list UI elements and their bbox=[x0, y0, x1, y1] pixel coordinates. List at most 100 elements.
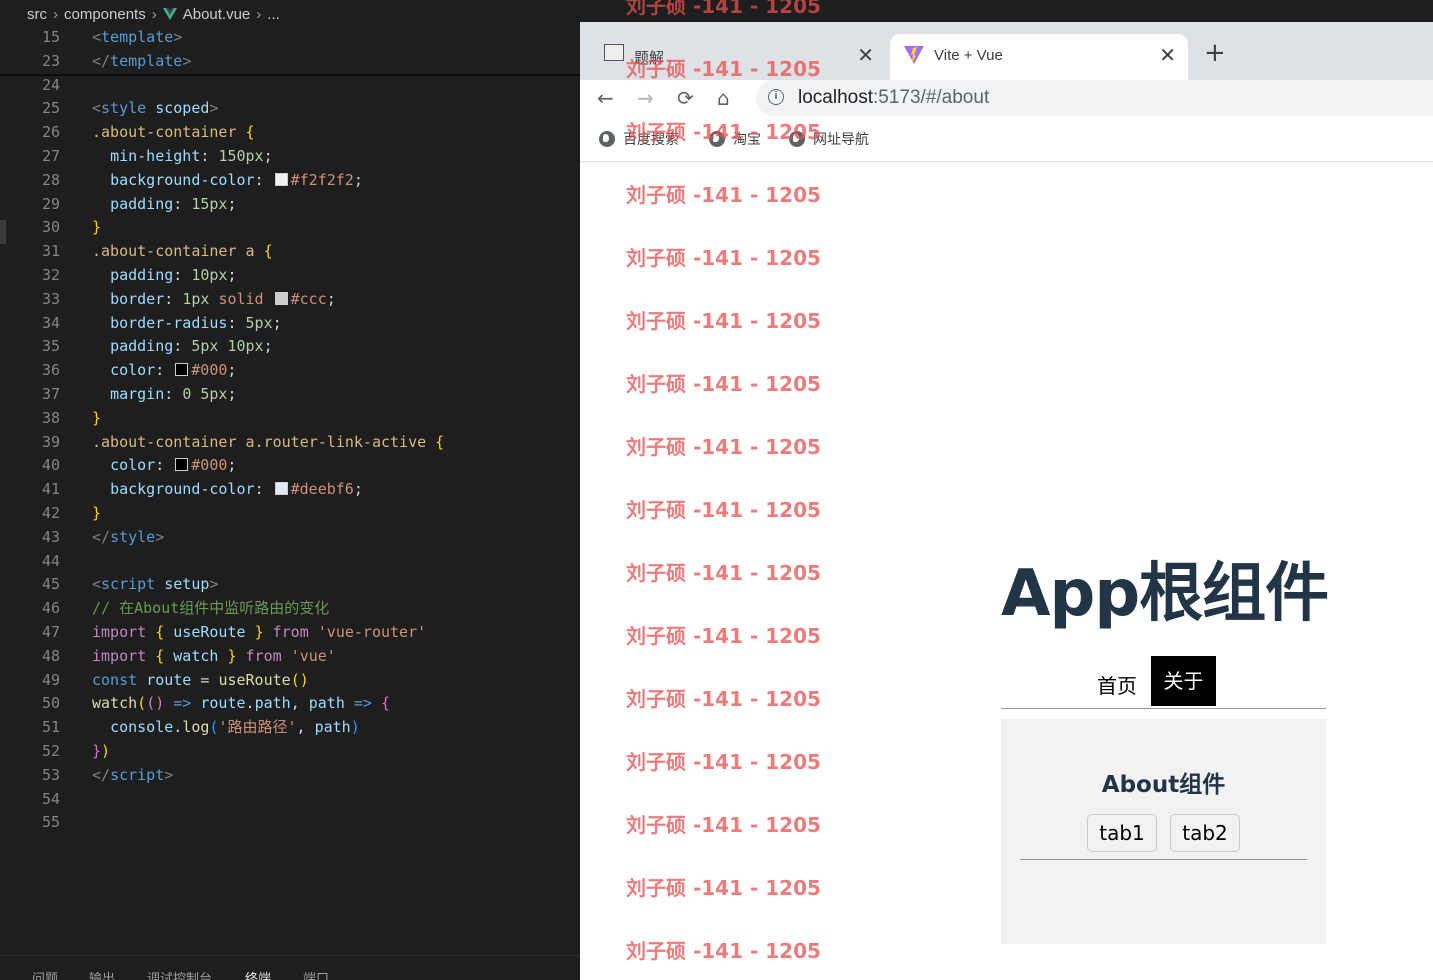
code-text: .about-container { bbox=[92, 123, 255, 142]
code-line[interactable]: 27 min-height: 150px; bbox=[0, 145, 580, 169]
browser-tab-vite-vue[interactable]: Vite + Vue ✕ bbox=[890, 34, 1188, 80]
home-icon[interactable]: ⌂ bbox=[717, 88, 730, 108]
code-line[interactable]: 29 padding: 15px; bbox=[0, 193, 580, 217]
forward-arrow-icon[interactable]: → bbox=[637, 88, 654, 108]
back-arrow-icon[interactable]: ← bbox=[597, 88, 614, 108]
code-line[interactable]: 28 background-color: #f2f2f2; bbox=[0, 169, 580, 193]
code-line[interactable]: 15 <template> bbox=[0, 26, 580, 50]
browser-toolbar: ← → ⟳ ⌂ i localhost:5173/#/about bbox=[580, 80, 1433, 118]
nav-link-about[interactable]: 关于 bbox=[1151, 656, 1216, 706]
code-line[interactable]: 48 import { watch } from 'vue' bbox=[0, 645, 580, 669]
browser-tab-tijie[interactable]: 题解 ✕ bbox=[590, 34, 886, 80]
line-number: 41 bbox=[41, 480, 60, 499]
breadcrumb-more[interactable]: ... bbox=[267, 6, 280, 23]
code-line[interactable]: 33 border: 1px solid #ccc; bbox=[0, 288, 580, 312]
line-number: 42 bbox=[41, 503, 60, 522]
close-icon[interactable]: ✕ bbox=[857, 43, 874, 68]
code-line[interactable]: 26 .about-container { bbox=[0, 121, 580, 145]
vite-favicon-icon bbox=[904, 46, 924, 64]
nav-link-home[interactable]: 首页 bbox=[1097, 670, 1137, 699]
code-text: <template> bbox=[92, 28, 183, 46]
tab2-link[interactable]: tab2 bbox=[1170, 814, 1240, 852]
code-line[interactable]: 55 bbox=[0, 811, 580, 835]
code-line[interactable]: 30} bbox=[0, 216, 580, 240]
code-line[interactable]: 52}) bbox=[0, 740, 580, 764]
code-line[interactable]: 51 console.log('路由路径', path) bbox=[0, 716, 580, 740]
code-line[interactable]: 23 </template> bbox=[0, 50, 580, 74]
tab-problems[interactable]: 问题 bbox=[32, 968, 58, 980]
code-text: background-color: #f2f2f2; bbox=[110, 170, 363, 189]
tab-output[interactable]: 输出 bbox=[89, 968, 115, 980]
code-line[interactable]: 47 import { useRoute } from 'vue-router' bbox=[0, 621, 580, 645]
code-line[interactable]: 43 </style> bbox=[0, 526, 580, 550]
line-number: 50 bbox=[41, 694, 60, 713]
code-line[interactable]: 42} bbox=[0, 502, 580, 526]
bookmark-nav[interactable]: 网址导航 bbox=[789, 129, 869, 149]
line-number: 44 bbox=[41, 551, 60, 570]
about-title: About组件 bbox=[1101, 772, 1226, 798]
code-text: background-color: #deebf6; bbox=[110, 480, 363, 499]
code-text: padding: 10px; bbox=[110, 265, 237, 284]
close-icon[interactable]: ✕ bbox=[1159, 43, 1176, 68]
code-line[interactable]: 50 watch(() => route.path, path => { bbox=[0, 692, 580, 716]
tab-terminal[interactable]: 终端 bbox=[245, 968, 271, 980]
color-swatch-icon[interactable] bbox=[175, 458, 189, 472]
tab-title: 题解 bbox=[634, 50, 665, 67]
code-line[interactable]: 54 bbox=[0, 788, 580, 812]
line-number: 27 bbox=[41, 146, 60, 165]
image-favicon-icon bbox=[604, 44, 624, 61]
line-number: 45 bbox=[41, 575, 60, 594]
code-line[interactable]: 32 padding: 10px; bbox=[0, 264, 580, 288]
code-line[interactable]: 24 bbox=[0, 74, 580, 98]
code-text: border-radius: 5px; bbox=[110, 313, 282, 332]
code-line[interactable]: 41 background-color: #deebf6; bbox=[0, 478, 580, 502]
tab1-link[interactable]: tab1 bbox=[1087, 814, 1157, 852]
line-number: 15 bbox=[41, 28, 60, 46]
code-line[interactable]: 40 color: #000; bbox=[0, 454, 580, 478]
code-line[interactable]: 31 .about-container a { bbox=[0, 240, 580, 264]
tab-ports[interactable]: 端口 bbox=[303, 968, 329, 980]
color-swatch-icon[interactable] bbox=[175, 363, 189, 377]
code-line[interactable]: 25 <style scoped> bbox=[0, 97, 580, 121]
bookmark-baidu[interactable]: 百度搜索 bbox=[599, 129, 679, 149]
color-swatch-icon[interactable] bbox=[274, 482, 288, 496]
color-swatch-icon[interactable] bbox=[274, 291, 288, 305]
info-icon[interactable]: i bbox=[768, 89, 784, 105]
code-line[interactable]: 39 .about-container a.router-link-active … bbox=[0, 431, 580, 455]
color-swatch-icon[interactable] bbox=[274, 172, 288, 186]
code-line[interactable]: 35 padding: 5px 10px; bbox=[0, 335, 580, 359]
code-line[interactable]: 36 color: #000; bbox=[0, 359, 580, 383]
code-text: } bbox=[92, 503, 102, 522]
line-number: 33 bbox=[41, 289, 60, 308]
globe-icon bbox=[709, 131, 725, 147]
code-line[interactable]: 37 margin: 0 5px; bbox=[0, 383, 580, 407]
code-line[interactable]: 44 bbox=[0, 550, 580, 574]
url-path: :5173/#/about bbox=[873, 87, 990, 108]
code-line[interactable]: 38} bbox=[0, 407, 580, 431]
line-number: 40 bbox=[41, 456, 60, 475]
bookmark-label: 淘宝 bbox=[733, 132, 761, 148]
code-text: .about-container a { bbox=[92, 242, 273, 261]
bookmark-label: 百度搜索 bbox=[623, 132, 679, 148]
code-line[interactable]: 34 border-radius: 5px; bbox=[0, 312, 580, 336]
line-number: 26 bbox=[41, 123, 60, 142]
reload-icon[interactable]: ⟳ bbox=[677, 88, 694, 108]
code-line[interactable]: 49 const route = useRoute() bbox=[0, 669, 580, 693]
code-editor[interactable]: src › components › About.vue › ... 15 <te… bbox=[0, 0, 580, 980]
breadcrumb-components[interactable]: components bbox=[64, 6, 146, 23]
new-tab-button[interactable]: + bbox=[1204, 38, 1226, 68]
url-text[interactable]: localhost:5173/#/about bbox=[798, 80, 989, 116]
line-number: 36 bbox=[41, 361, 60, 380]
globe-icon bbox=[789, 131, 805, 147]
code-line[interactable]: 46 // 在About组件中监听路由的变化 bbox=[0, 597, 580, 621]
code-line[interactable]: 53 </script> bbox=[0, 764, 580, 788]
address-bar[interactable]: i localhost:5173/#/about bbox=[756, 80, 1433, 116]
code-text: color: #000; bbox=[110, 456, 237, 475]
tab-debug-console[interactable]: 调试控制台 bbox=[147, 968, 212, 980]
code-line[interactable]: 45 <script setup> bbox=[0, 573, 580, 597]
bookmark-taobao[interactable]: 淘宝 bbox=[709, 129, 761, 149]
code-area[interactable]: 15 <template> 23 </template> 24 25 <style scop… bbox=[0, 26, 580, 835]
breadcrumb-src[interactable]: src bbox=[27, 6, 47, 23]
vue-file-icon bbox=[162, 8, 177, 20]
breadcrumb-file[interactable]: About.vue bbox=[183, 6, 251, 23]
